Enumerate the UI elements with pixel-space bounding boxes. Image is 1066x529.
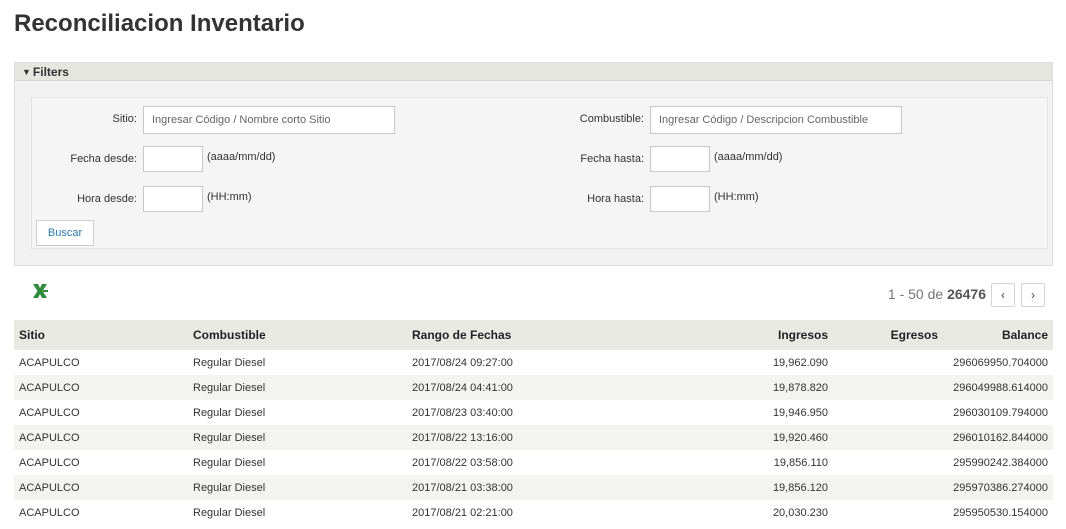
hora-desde-input[interactable] <box>143 186 203 212</box>
cell-sitio: ACAPULCO <box>14 350 188 375</box>
filters-header-label: Filters <box>32 65 69 79</box>
pagination-range: 1 - 50 <box>887 286 924 302</box>
table-row[interactable]: ACAPULCO Regular Diesel 2017/08/21 03:38… <box>14 475 1053 500</box>
cell-ingresos: 19,856.110 <box>637 450 833 475</box>
table-row[interactable]: ACAPULCO Regular Diesel 2017/08/24 09:27… <box>14 350 1053 375</box>
cell-sitio: ACAPULCO <box>14 500 188 525</box>
sitio-label: Sitio: <box>112 113 137 125</box>
cell-balance: 296069950.704000 <box>943 350 1053 375</box>
cell-combustible: Regular Diesel <box>188 500 407 525</box>
cell-sitio: ACAPULCO <box>14 400 188 425</box>
cell-sitio: ACAPULCO <box>14 450 188 475</box>
cell-rango-fechas: 2017/08/24 04:41:00 <box>407 375 637 400</box>
filters-toggle[interactable]: ▼ Filters <box>15 63 1052 81</box>
column-header-egresos[interactable]: Egresos <box>833 320 943 350</box>
table-row[interactable]: ACAPULCO Regular Diesel 2017/08/22 03:58… <box>14 450 1053 475</box>
column-header-rango-fechas[interactable]: Rango de Fechas <box>407 320 637 350</box>
hora-desde-hint: (HH:mm) <box>207 191 252 203</box>
filters-panel: ▼Filters Sitio: Fecha desde: (aaaa/mm/dd… <box>14 62 1053 266</box>
cell-combustible: Regular Diesel <box>188 450 407 475</box>
table-row[interactable]: ACAPULCO Regular Diesel 2017/08/24 04:41… <box>14 375 1053 400</box>
fecha-desde-label: Fecha desde: <box>70 153 137 165</box>
column-header-combustible[interactable]: Combustible <box>188 320 407 350</box>
column-header-ingresos[interactable]: Ingresos <box>637 320 833 350</box>
column-header-sitio[interactable]: Sitio <box>14 320 188 350</box>
cell-combustible: Regular Diesel <box>188 375 407 400</box>
cell-egresos <box>833 475 943 500</box>
cell-egresos <box>833 425 943 450</box>
search-button[interactable]: Buscar <box>36 220 94 246</box>
cell-rango-fechas: 2017/08/22 03:58:00 <box>407 450 637 475</box>
page-title: Reconciliacion Inventario <box>14 10 305 37</box>
cell-combustible: Regular Diesel <box>188 400 407 425</box>
cell-sitio: ACAPULCO <box>14 475 188 500</box>
fecha-desde-input[interactable] <box>143 146 203 172</box>
cell-balance: 295950530.154000 <box>943 500 1053 525</box>
table-row[interactable]: ACAPULCO Regular Diesel 2017/08/22 13:16… <box>14 425 1053 450</box>
excel-export-icon[interactable] <box>30 281 50 301</box>
hora-desde-label: Hora desde: <box>77 193 137 205</box>
cell-egresos <box>833 450 943 475</box>
pagination-of: de <box>927 286 944 302</box>
filters-form: Sitio: Fecha desde: (aaaa/mm/dd) Hora de… <box>31 97 1048 249</box>
cell-balance: 296030109.794000 <box>943 400 1053 425</box>
table-header-row: Sitio Combustible Rango de Fechas Ingres… <box>14 320 1053 350</box>
cell-rango-fechas: 2017/08/21 02:21:00 <box>407 500 637 525</box>
fecha-desde-hint: (aaaa/mm/dd) <box>207 151 276 163</box>
cell-egresos <box>833 375 943 400</box>
hora-hasta-hint: (HH:mm) <box>714 191 759 203</box>
cell-egresos <box>833 500 943 525</box>
reconciliation-table: Sitio Combustible Rango de Fechas Ingres… <box>14 320 1053 525</box>
cell-ingresos: 19,946.950 <box>637 400 833 425</box>
fecha-hasta-input[interactable] <box>650 146 710 172</box>
cell-sitio: ACAPULCO <box>14 375 188 400</box>
cell-ingresos: 19,962.090 <box>637 350 833 375</box>
cell-combustible: Regular Diesel <box>188 425 407 450</box>
hora-hasta-input[interactable] <box>650 186 710 212</box>
cell-rango-fechas: 2017/08/23 03:40:00 <box>407 400 637 425</box>
cell-combustible: Regular Diesel <box>188 475 407 500</box>
next-page-button[interactable]: › <box>1021 283 1045 307</box>
cell-rango-fechas: 2017/08/22 13:16:00 <box>407 425 637 450</box>
cell-balance: 296010162.844000 <box>943 425 1053 450</box>
cell-rango-fechas: 2017/08/21 03:38:00 <box>407 475 637 500</box>
cell-balance: 295970386.274000 <box>943 475 1053 500</box>
fecha-hasta-label: Fecha hasta: <box>580 153 644 165</box>
pagination-summary: 1 - 50 de 26476 <box>888 286 986 302</box>
combustible-input[interactable] <box>650 106 902 134</box>
column-header-balance[interactable]: Balance <box>943 320 1053 350</box>
hora-hasta-label: Hora hasta: <box>587 193 644 205</box>
cell-balance: 295990242.384000 <box>943 450 1053 475</box>
prev-page-button[interactable]: ‹ <box>991 283 1015 307</box>
table-row[interactable]: ACAPULCO Regular Diesel 2017/08/23 03:40… <box>14 400 1053 425</box>
combustible-label: Combustible: <box>579 113 644 125</box>
cell-ingresos: 19,856.120 <box>637 475 833 500</box>
cell-rango-fechas: 2017/08/24 09:27:00 <box>407 350 637 375</box>
cell-sitio: ACAPULCO <box>14 425 188 450</box>
table-row[interactable]: ACAPULCO Regular Diesel 2017/08/21 02:21… <box>14 500 1053 525</box>
cell-ingresos: 20,030.230 <box>637 500 833 525</box>
sitio-input[interactable] <box>143 106 395 134</box>
cell-ingresos: 19,920.460 <box>637 425 833 450</box>
cell-egresos <box>833 400 943 425</box>
cell-combustible: Regular Diesel <box>188 350 407 375</box>
pagination-total: 26476 <box>947 286 986 302</box>
caret-down-icon: ▼ <box>22 67 31 77</box>
fecha-hasta-hint: (aaaa/mm/dd) <box>714 151 783 163</box>
cell-balance: 296049988.614000 <box>943 375 1053 400</box>
cell-egresos <box>833 350 943 375</box>
cell-ingresos: 19,878.820 <box>637 375 833 400</box>
